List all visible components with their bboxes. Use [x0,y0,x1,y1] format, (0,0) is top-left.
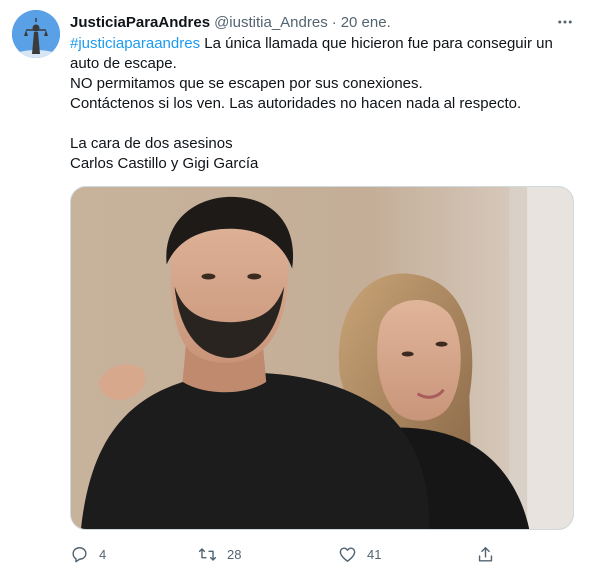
tweet-line-3: Contáctenos si los ven. Las autoridades … [70,95,522,112]
share-button[interactable] [476,538,495,570]
more-button[interactable] [553,10,577,34]
tweet-line-2: NO permitamos que se escapen por sus con… [70,75,423,92]
tweet-text: #justiciaparaandres La única llamada que… [70,34,570,174]
heart-icon [339,546,356,562]
retweet-button[interactable]: 28 [198,538,241,570]
tweet-date[interactable]: 20 ene. [341,14,391,31]
photo-two-people [71,187,573,529]
share-icon [478,546,493,562]
hashtag-link[interactable]: #justiciaparaandres [70,35,200,52]
retweet-count: 28 [227,546,242,562]
reply-button[interactable]: 4 [70,538,106,570]
tweet-header: JusticiaParaAndres @iustitia_Andres · 20… [70,12,391,32]
tweet-photo[interactable] [70,186,574,530]
tweet-line-4: La cara de dos asesinos [70,135,233,152]
user-handle[interactable]: @iustitia_Andres [214,14,328,31]
avatar[interactable] [12,10,60,58]
tweet-actions: 4 28 41 [62,538,502,570]
tweet-line-5: Carlos Castillo y Gigi García [70,155,259,172]
reply-count: 4 [99,546,107,562]
like-count: 41 [367,546,382,562]
tweet[interactable]: JusticiaParaAndres @iustitia_Andres · 20… [0,0,591,575]
more-icon [558,20,572,24]
separator: · [331,13,337,31]
like-button[interactable]: 41 [338,538,381,570]
retweet-icon [198,547,217,561]
tweet-line-1: #justiciaparaandres La única llamada que… [70,34,570,74]
display-name[interactable]: JusticiaParaAndres [70,14,210,31]
justice-statue-icon [12,10,60,58]
reply-icon [72,546,87,562]
